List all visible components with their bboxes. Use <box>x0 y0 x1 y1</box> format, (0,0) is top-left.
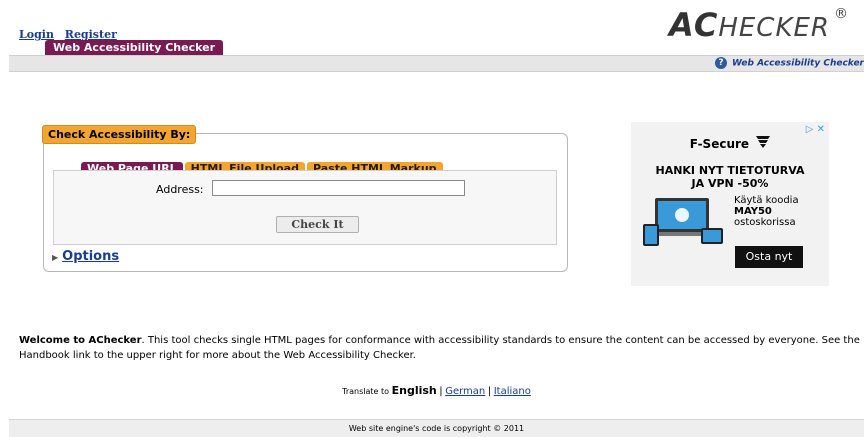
check-accessibility-legend: Check Accessibility By: <box>42 125 197 144</box>
ad-headline: HANKI NYT TIETOTURVA JA VPN -50% <box>631 164 829 190</box>
top-header: Login Register Web Accessibility Checker… <box>9 0 864 55</box>
help-icon: ? <box>715 57 728 69</box>
translate-bar: Translate to English | German | Italiano <box>9 384 864 397</box>
f-secure-logo-icon <box>756 136 771 151</box>
translate-prefix: Translate to <box>342 387 390 396</box>
handbook-link[interactable]: ? Web Accessibility Checker <box>715 57 864 69</box>
footer: Web site engine's code is copyright © 20… <box>9 419 864 437</box>
options-label: Options <box>62 249 120 264</box>
url-panel: Address: Check It <box>53 170 557 245</box>
logo-rest: HECKER <box>718 13 830 43</box>
welcome-text: Welcome to AChecker. This tool checks si… <box>19 333 864 363</box>
ad-promo: Käytä koodia MAY50 ostoskorissa <box>734 195 799 228</box>
logo-first: AC <box>669 6 719 44</box>
logo-registered: ® <box>834 6 849 22</box>
address-label: Address: <box>156 183 204 196</box>
advertisement[interactable]: ▷ ✕ F-Secure HANKI NYT TIETOTURVA JA VPN… <box>631 122 829 286</box>
sub-navbar: ? Web Accessibility Checker <box>9 55 864 72</box>
options-toggle[interactable]: ▶ Options <box>52 249 119 264</box>
ad-buy-now-button[interactable]: Osta nyt <box>735 246 803 268</box>
laptop-devices-image <box>643 196 723 248</box>
lang-separator: | <box>439 386 443 397</box>
ad-brand: F-Secure <box>631 136 829 151</box>
ad-promo-line3: ostoskorissa <box>734 217 796 228</box>
copyright-text: Web site engine's code is copyright © 20… <box>348 424 525 433</box>
welcome-body: . This tool checks single HTML pages for… <box>19 335 860 361</box>
ad-brand-name: F-Secure <box>689 137 750 151</box>
lang-italiano-link[interactable]: Italiano <box>494 386 531 397</box>
address-input[interactable] <box>212 180 465 196</box>
ad-promo-line1: Käytä koodia <box>734 195 799 206</box>
achecker-logo[interactable]: ACHECKER ® <box>669 6 849 44</box>
lang-separator-2: | <box>487 386 492 397</box>
check-accessibility-box: Check Accessibility By: Web Page URL HTML… <box>42 125 568 272</box>
page-frame: Login Register Web Accessibility Checker… <box>9 0 864 437</box>
main-tab[interactable]: Web Accessibility Checker <box>45 40 224 55</box>
ad-promo-code-text: MAY50 <box>734 206 772 217</box>
welcome-bold: Welcome to AChecker <box>19 335 142 346</box>
ad-promo-code: MAY50 <box>734 206 799 217</box>
ad-choices-icon[interactable]: ▷ ✕ <box>806 124 825 135</box>
handbook-label: Web Accessibility Checker <box>732 58 864 69</box>
ad-headline-line2: JA VPN -50% <box>691 177 769 190</box>
current-language: English <box>391 384 437 397</box>
input-method-tabs: Web Page URL HTML File Upload Paste HTML M… <box>81 157 445 176</box>
check-it-button[interactable]: Check It <box>276 216 359 233</box>
ad-headline-line1: HANKI NYT TIETOTURVA <box>655 164 805 177</box>
lang-german-link[interactable]: German <box>445 386 485 397</box>
triangle-right-icon: ▶ <box>52 253 59 262</box>
